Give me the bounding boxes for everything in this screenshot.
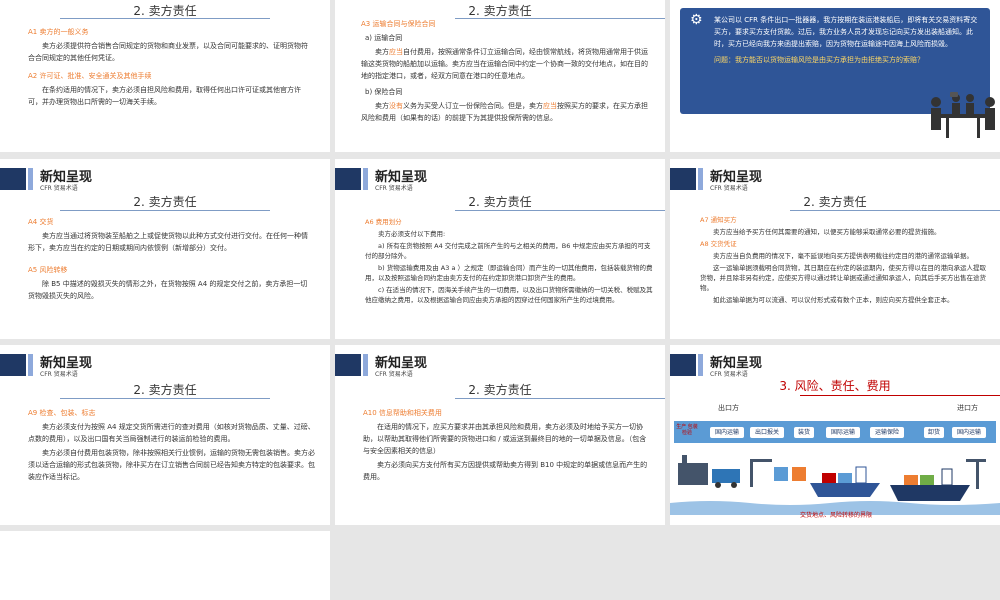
slide-a4-a5: 新知呈现 CFR 贸易术语 2. 卖方责任 A4 交货 卖方应当通过将货物装至船…: [0, 159, 330, 339]
slide-subtitle: 2. 卖方责任: [468, 383, 532, 397]
clause-text: 卖方必须提供符合销售合同规定的货物和商业发票，以及合同可能要求的、证明货物符合合…: [28, 42, 308, 62]
shipping-illustration: [670, 455, 1000, 515]
slide-a3: 2. 卖方责任 A3 运输合同与保险合同 a) 运输合同 卖方应当自付费用，按照…: [335, 0, 665, 152]
slide-a7-a8: 新知呈现 CFR 贸易术语 2. 卖方责任 A7 通知买方 卖方应当给予买方任何…: [670, 159, 1000, 339]
slide-body: A1 卖方的一般义务 卖方必须提供符合销售合同规定的货物和商业发票，以及合同可能…: [28, 26, 313, 110]
slide-subtitle: 2. 卖方责任: [803, 195, 867, 209]
slide-subtitle: 2. 卖方责任: [133, 383, 197, 397]
risk-transfer-note: 交货地点、风险转移的界限: [800, 512, 873, 519]
subtitle-underline: [455, 210, 665, 211]
flow-step: 国内运输: [952, 427, 986, 438]
title-underline: [800, 395, 1000, 396]
importer-label: 进口方: [957, 404, 978, 412]
subtitle-underline: [60, 210, 270, 211]
header-subtitle: CFR 贸易术语: [375, 185, 413, 192]
slide-a6: 新知呈现 CFR 贸易术语 2. 卖方责任 A6 费用划分 卖方必须支付以下费用…: [335, 159, 665, 339]
clause-heading: A6 费用划分: [365, 218, 402, 226]
flow-step: 运输保险: [870, 427, 904, 438]
flow-step: 出口报关: [750, 427, 784, 438]
clause-heading: A4 交货: [28, 218, 54, 226]
clause-text: 卖方应当自负费用的情况下，毫不延误地向买方提供表明载往约定目的港的通常运输单据。: [713, 252, 973, 260]
subtitle-underline: [60, 18, 270, 19]
clause-text: 除 B5 中描述的毁损灭失的情形之外，在货物按照 A4 的规定交付之前，卖方承担…: [28, 280, 308, 300]
slide-subtitle: 2. 卖方责任: [468, 4, 532, 18]
clause-text: 卖方应当自付费用，按照通常条件订立运输合同，经由惯常航线，将货物用通常用于供运输…: [361, 48, 648, 80]
clause-sub-title: a) 运输合同: [365, 34, 403, 42]
flow-title: 3. 风险、责任、费用: [779, 379, 891, 393]
slide-subtitle: 2. 卖方责任: [133, 4, 197, 18]
clause-text: 卖方应当给予买方任何其需要的通知，以便买方能够采取通常必要的提货措施。: [713, 228, 941, 236]
subtitle-underline: [455, 398, 665, 399]
slide-body: A3 运输合同与保险合同 a) 运输合同 卖方应当自付费用，按照通常条件订立运输…: [361, 18, 653, 126]
clause-text: 卖方必须支付为按照 A4 规定交货所需进行的查对费用（如核对货物品质、丈量、过磅…: [28, 423, 315, 443]
header-subtitle: CFR 贸易术语: [375, 371, 413, 378]
clause-text: 卖方必须向买方支付所有买方因提供或帮助卖方得到 B10 中规定的单据或信息而产生…: [363, 461, 648, 481]
slide-subtitle: 2. 卖方责任: [468, 195, 532, 209]
clause-heading: A1 卖方的一般义务: [28, 28, 89, 36]
flow-step: 生产 包装 检验: [676, 424, 698, 436]
slide-a10: 新知呈现 CFR 贸易术语 2. 卖方责任 A10 信息帮助和相关费用 在适用的…: [335, 345, 665, 525]
slide-header: 新知呈现 CFR 贸易术语: [0, 164, 330, 194]
slide-case: ⚙ 某公司以 CFR 条件出口一批器器，我方按期在装运港装船后，即将有关交易资料…: [670, 0, 1000, 152]
clause-heading: A3 运输合同与保险合同: [361, 20, 436, 28]
slide-header: 新知呈现 CFR 贸易术语: [0, 350, 330, 380]
flow-step: 国际运输: [826, 427, 860, 438]
clause-text: 在条约适用的情况下，卖方必须自担风险和费用，取得任何出口许可证或其他官方许可，并…: [28, 86, 301, 106]
slide-body: A4 交货 卖方应当通过将货物装至船舶之上或促使货物以此种方式交付进行交付。在任…: [28, 216, 313, 304]
clause-text: 卖方必须支付以下费用:: [378, 230, 446, 238]
slide-header: 新知呈现 CFR 贸易术语: [335, 350, 665, 380]
gear-icon: ⚙: [690, 12, 703, 28]
case-question: 问题：我方能否以货物运输风险是由买方承担为由拒绝买方的索赔？: [714, 56, 924, 64]
flow-step: 国内运输: [710, 427, 744, 438]
slide-risk-flow: 新知呈现 CFR 贸易术语 3. 风险、责任、费用 出口方 进口方 生产 包装 …: [670, 345, 1000, 525]
slide-header: 新知呈现 CFR 贸易术语: [670, 350, 1000, 380]
clause-heading: A5 风险转移: [28, 266, 68, 274]
clause-text: b) 货物运输费用及由 A3 a ）之规定（即运输合同）而产生的一切其他费用，包…: [365, 264, 653, 282]
clause-sub-title: b) 保险合同: [365, 88, 403, 96]
clause-heading: A9 检查、包装、标志: [28, 409, 96, 417]
slide-a9: 新知呈现 CFR 贸易术语 2. 卖方责任 A9 检查、包装、标志 卖方必须支付…: [0, 345, 330, 525]
clause-text: 卖方应当通过将货物装至船舶之上或促使货物以此种方式交付进行交付。在任何一种情形下…: [28, 232, 308, 252]
clause-text: 在适用的情况下，应买方要求并由其承担风险和费用，卖方必须及时地给予买方一切协助，…: [363, 423, 647, 455]
subtitle-underline: [60, 398, 270, 399]
clause-text: 卖方没有义务为买受人订立一份保险合同。但是，卖方应当按照买方的要求，在买方承担风…: [361, 102, 648, 122]
clause-heading: A8 交货凭证: [700, 240, 737, 248]
subtitle-underline: [790, 210, 1000, 211]
slide-body: A10 信息帮助和相关费用 在适用的情况下，应买方要求并由其承担风险和费用，卖方…: [363, 407, 653, 485]
slide-body: A6 费用划分 卖方必须支付以下费用: a) 所有在货物按照 A4 交付完成之前…: [365, 217, 655, 307]
header-subtitle: CFR 贸易术语: [710, 185, 748, 192]
slide-a1-a2: 2. 卖方责任 A1 卖方的一般义务 卖方必须提供符合销售合同规定的货物和商业发…: [0, 0, 330, 152]
flow-step: 装货: [794, 427, 814, 438]
slide-header: 新知呈现 CFR 贸易术语: [670, 164, 1000, 194]
clause-text: 如此运输单据为可以流通、可以议付形式或有数个正本，则应向买方提供全套正本。: [713, 296, 954, 304]
clause-text: 这一运输单据须载明合同货物，其日期应在约定的装运期内，使买方得以在目的港向承运人…: [700, 264, 986, 292]
exporter-label: 出口方: [718, 404, 739, 412]
slide-blank: [0, 531, 330, 600]
case-text: 某公司以 CFR 条件出口一批器器，我方按期在装运港装船后，即将有关交易资料寄交…: [714, 16, 978, 48]
slide-body: A9 检查、包装、标志 卖方必须支付为按照 A4 规定交货所需进行的查对费用（如…: [28, 407, 318, 485]
clause-text: a) 所有在货物按照 A4 交付完成之前所产生的与之相关的费用，B6 中规定应由…: [365, 242, 651, 260]
clause-text: c) 在适当的情况下，因海关手续产生的一切费用，以及出口货物所需缴纳的一切关税、…: [365, 286, 653, 304]
flow-step: 卸货: [924, 427, 944, 438]
clause-text: 卖方必须自付费用包装货物，除非按照相关行业惯例，运输的货物无需包装销售。卖方必须…: [28, 449, 315, 481]
slide-subtitle: 2. 卖方责任: [133, 195, 197, 209]
clause-heading: A7 通知买方: [700, 216, 737, 224]
meeting-people-icon: [931, 92, 995, 138]
clause-heading: A2 许可证、批准、安全通关及其他手续: [28, 72, 152, 80]
slide-body: A7 通知买方 卖方应当给予买方任何其需要的通知，以便买方能够采取通常必要的提货…: [700, 215, 990, 307]
header-subtitle: CFR 贸易术语: [40, 185, 78, 192]
clause-heading: A10 信息帮助和相关费用: [363, 409, 442, 417]
slide-header: 新知呈现 CFR 贸易术语: [335, 164, 665, 194]
header-subtitle: CFR 贸易术语: [40, 371, 78, 378]
